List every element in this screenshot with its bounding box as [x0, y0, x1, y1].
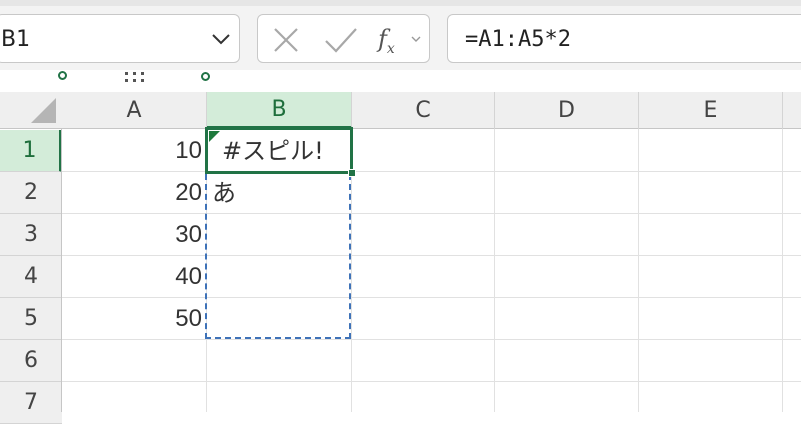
row-header-7[interactable]: 7: [0, 382, 62, 424]
gridline: [62, 381, 801, 382]
error-indicator-icon[interactable]: [209, 131, 220, 142]
formula-buttons-group: fx: [257, 14, 430, 63]
cell-a2[interactable]: 20: [62, 172, 202, 214]
close-icon[interactable]: [272, 26, 300, 54]
toolbar-top-divider: [0, 0, 801, 6]
cell-a4[interactable]: 40: [62, 256, 202, 298]
formula-bar[interactable]: =A1:A5*2: [447, 14, 801, 63]
cell-a3[interactable]: 30: [62, 214, 202, 256]
chevron-down-icon[interactable]: [410, 32, 422, 46]
name-box[interactable]: B1: [0, 14, 240, 63]
column-header-b[interactable]: B: [207, 92, 352, 129]
select-all-button[interactable]: [0, 92, 62, 129]
resize-handle[interactable]: [201, 72, 210, 81]
row-header-4[interactable]: 4: [0, 256, 62, 298]
row-header-3[interactable]: 3: [0, 214, 62, 256]
gridline: [638, 129, 639, 412]
cell-b2[interactable]: あ: [212, 172, 342, 214]
formula-bar-text[interactable]: =A1:A5*2: [465, 15, 571, 64]
gridline: [494, 129, 495, 412]
column-header-c[interactable]: C: [352, 92, 495, 129]
cell-b1[interactable]: #スピル!: [222, 130, 350, 172]
cell-a1[interactable]: 10: [62, 130, 202, 172]
row-header-6[interactable]: 6: [0, 340, 62, 382]
row-header-2[interactable]: 2: [0, 172, 62, 214]
function-icon[interactable]: fx: [378, 21, 404, 57]
resize-handle[interactable]: [58, 71, 67, 80]
checkmark-icon[interactable]: [324, 26, 358, 54]
row-header-5[interactable]: 5: [0, 298, 62, 340]
cell-a5[interactable]: 50: [62, 298, 202, 340]
column-header-d[interactable]: D: [495, 92, 639, 129]
row-header-1[interactable]: 1: [0, 130, 62, 172]
column-header-a[interactable]: A: [62, 92, 207, 129]
drag-handle-icon[interactable]: [124, 71, 146, 83]
chevron-down-icon[interactable]: [211, 32, 231, 46]
column-header-e[interactable]: E: [639, 92, 783, 129]
gridline: [782, 129, 783, 412]
name-box-value[interactable]: B1: [1, 15, 30, 64]
